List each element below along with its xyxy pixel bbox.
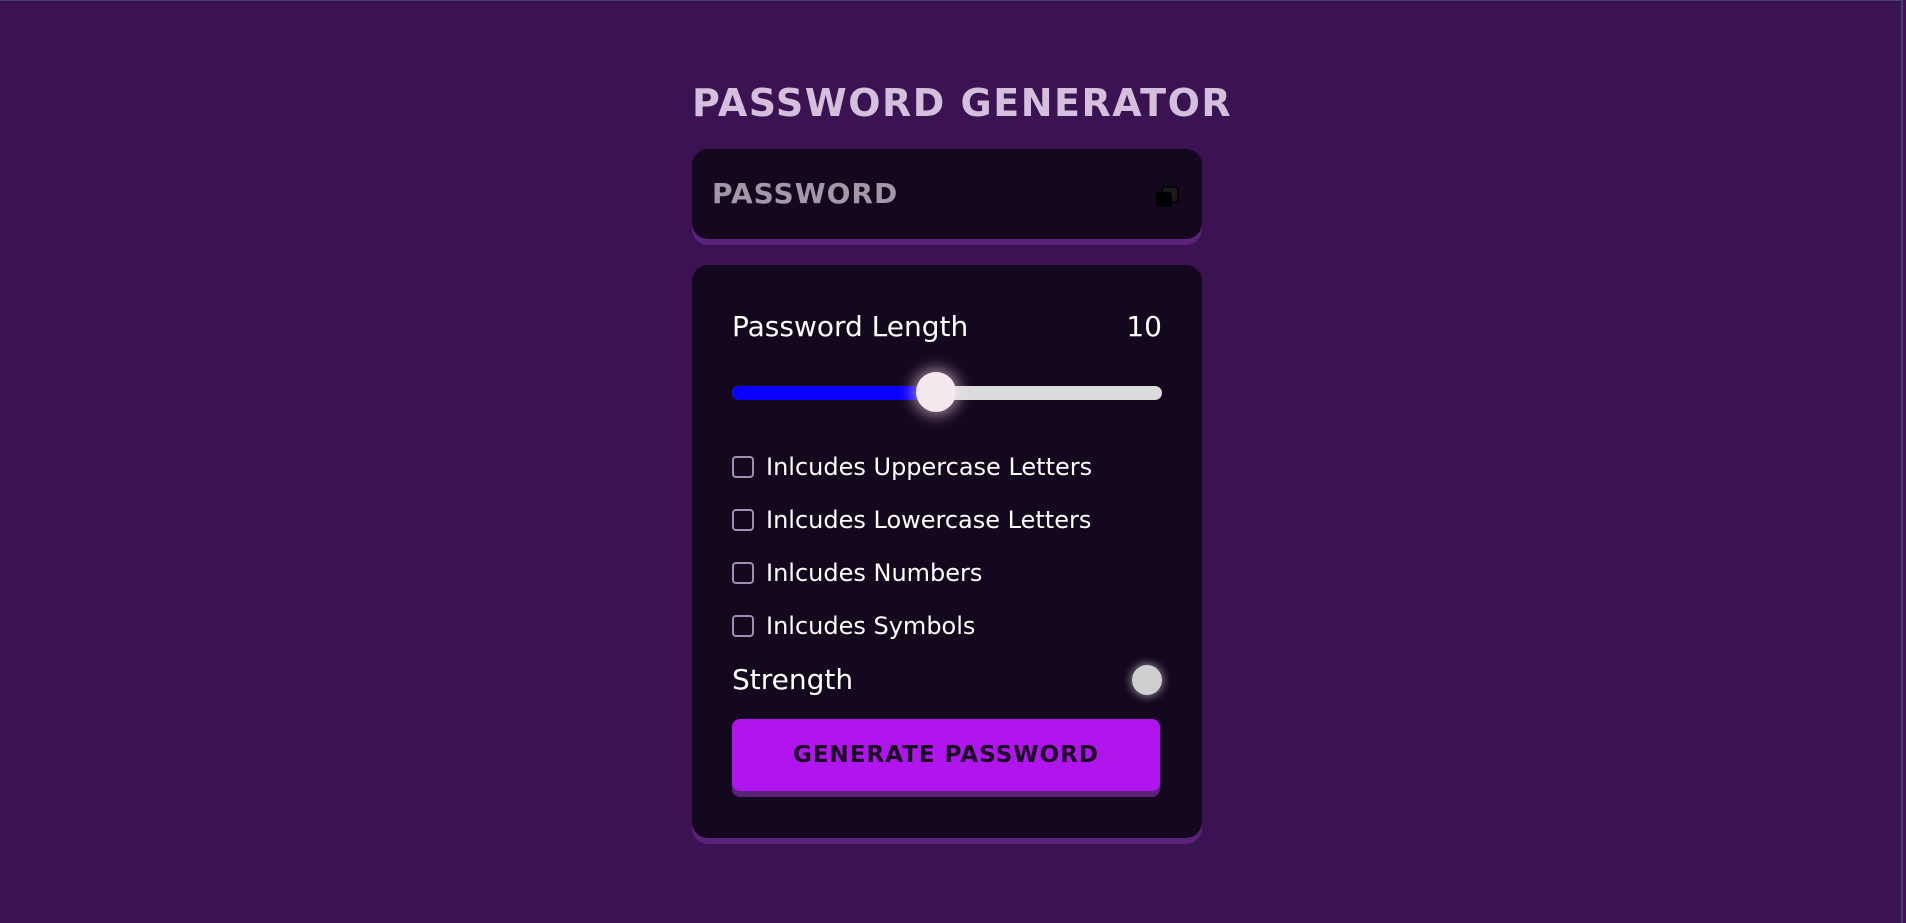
copy-icon[interactable] bbox=[1154, 185, 1180, 209]
option-lowercase-label: Inlcudes Lowercase Letters bbox=[766, 506, 1092, 534]
option-uppercase-label: Inlcudes Uppercase Letters bbox=[766, 453, 1093, 481]
password-display: PASSWORD bbox=[692, 149, 1202, 239]
password-display-text: PASSWORD bbox=[712, 177, 899, 210]
settings-panel: Password Length 10 Inlcudes Uppercase Le… bbox=[692, 265, 1202, 838]
option-numbers[interactable]: Inlcudes Numbers bbox=[732, 558, 982, 588]
password-length-label: Password Length bbox=[732, 310, 969, 343]
page-title: PASSWORD GENERATOR bbox=[692, 81, 1233, 125]
generate-password-button[interactable]: GENERATE PASSWORD bbox=[732, 719, 1160, 791]
strength-indicator bbox=[1132, 665, 1162, 695]
copy-icon-graphic bbox=[1156, 186, 1179, 207]
password-length-value: 10 bbox=[1126, 310, 1162, 343]
option-uppercase[interactable]: Inlcudes Uppercase Letters bbox=[732, 452, 1092, 482]
strength-label: Strength bbox=[732, 663, 854, 696]
password-generator-app: PASSWORD GENERATOR PASSWORD Password Len… bbox=[692, 79, 1233, 838]
option-symbols-label: Inlcudes Symbols bbox=[766, 612, 976, 640]
option-numbers-label: Inlcudes Numbers bbox=[766, 559, 983, 587]
uppercase-checkbox[interactable] bbox=[732, 456, 754, 478]
option-lowercase[interactable]: Inlcudes Lowercase Letters bbox=[732, 505, 1091, 535]
page-background: PASSWORD GENERATOR PASSWORD Password Len… bbox=[0, 0, 1903, 923]
lowercase-checkbox[interactable] bbox=[732, 509, 754, 531]
numbers-checkbox[interactable] bbox=[732, 562, 754, 584]
slider-fill bbox=[732, 386, 937, 400]
slider-thumb[interactable] bbox=[916, 372, 957, 412]
password-length-slider[interactable] bbox=[732, 372, 1162, 412]
option-symbols[interactable]: Inlcudes Symbols bbox=[732, 611, 975, 641]
symbols-checkbox[interactable] bbox=[732, 615, 754, 637]
